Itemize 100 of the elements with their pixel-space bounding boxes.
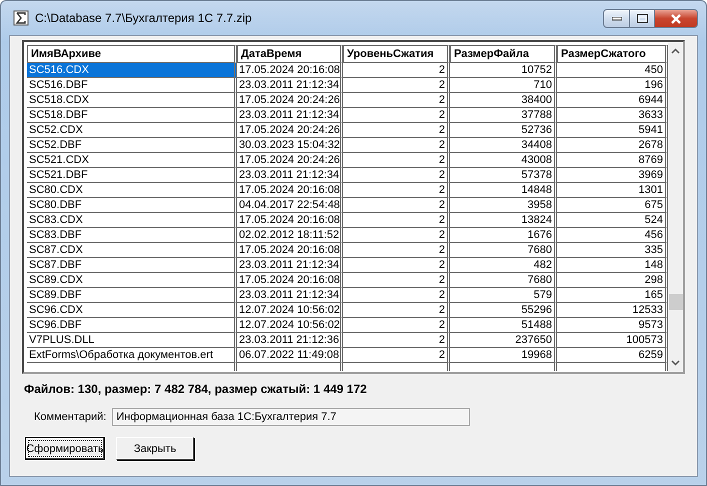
table-cell: 196 (557, 78, 668, 93)
table-cell: SC89.CDX (27, 273, 237, 288)
table-cell: 23.03.2011 21:12:34 (237, 288, 343, 303)
maximize-icon (636, 14, 648, 23)
table-cell: 30.03.2023 15:04:32 (237, 138, 343, 153)
scroll-up-icon[interactable] (671, 48, 680, 54)
table-cell: 3958 (450, 198, 557, 213)
table-cell: SC87.CDX (27, 243, 237, 258)
table-cell: 06.07.2022 11:49:08 (237, 348, 343, 363)
table-cell: 100573 (557, 333, 668, 348)
table-cell: 2 (343, 198, 450, 213)
table-cell: 2 (343, 348, 450, 363)
table-cell: SC52.CDX (27, 123, 237, 138)
table-cell: 1676 (450, 228, 557, 243)
table-cell: 34408 (450, 138, 557, 153)
scroll-down-icon[interactable] (671, 360, 680, 366)
sigma-icon (13, 10, 29, 26)
table-cell: 2 (343, 153, 450, 168)
table-cell: SC516.DBF (27, 78, 237, 93)
table-cell: 17.05.2024 20:16:08 (237, 273, 343, 288)
table-cell: 17.05.2024 20:24:26 (237, 123, 343, 138)
table-cell: 12.07.2024 10:56:02 (237, 318, 343, 333)
table-cell: 2 (343, 288, 450, 303)
table-cell: 52736 (450, 123, 557, 138)
table-cell: 04.04.2017 22:54:48 (237, 198, 343, 213)
table-cell: 12533 (557, 303, 668, 318)
table-cell: 37788 (450, 108, 557, 123)
table-cell: 2678 (557, 138, 668, 153)
comment-field[interactable]: Информационная база 1С:Бухгалтерия 7.7 (112, 408, 470, 426)
close-dialog-button[interactable]: Закрыть (116, 437, 194, 460)
table-cell: 710 (450, 78, 557, 93)
table-cell: 2 (343, 78, 450, 93)
scroll-thumb[interactable] (669, 294, 683, 310)
table-cell: 148 (557, 258, 668, 273)
table-cell: 3633 (557, 108, 668, 123)
table-cell: 482 (450, 258, 557, 273)
table-cell: 2 (343, 123, 450, 138)
table-cell: 23.03.2011 21:12:34 (237, 78, 343, 93)
table-cell: ExtForms\Обработка документов.ert (27, 348, 237, 363)
column-header[interactable]: ИмяВАрхиве (27, 45, 237, 63)
table-cell: 2 (343, 228, 450, 243)
table-cell: 57378 (450, 168, 557, 183)
table-cell: 51488 (450, 318, 557, 333)
table-cell: 579 (450, 288, 557, 303)
window-title: C:\Database 7.7\Бухгалтерия 1С 7.7.zip (35, 11, 253, 25)
table-cell: 2 (343, 183, 450, 198)
maximize-button[interactable] (629, 9, 655, 28)
table-cell: 10752 (450, 63, 557, 78)
table-cell: 02.02.2012 18:11:52 (237, 228, 343, 243)
table-cell: 17.05.2024 20:16:08 (237, 213, 343, 228)
column-header[interactable]: РазмерСжатого (557, 45, 668, 63)
table-cell: 2 (343, 108, 450, 123)
table-cell: 5941 (557, 123, 668, 138)
table-cell: 450 (557, 63, 668, 78)
table-cell: 2 (343, 168, 450, 183)
minimize-icon (612, 16, 622, 20)
table-cell: 675 (557, 198, 668, 213)
table-cell: 43008 (450, 153, 557, 168)
table-cell: 55296 (450, 303, 557, 318)
table-cell: 23.03.2011 21:12:36 (237, 333, 343, 348)
table-cell: SC518.DBF (27, 108, 237, 123)
column-header[interactable]: РазмерФайла (450, 45, 557, 63)
scrollbar[interactable] (668, 42, 683, 372)
column-header[interactable]: УровеньСжатия (343, 45, 450, 63)
table-cell: SC521.CDX (27, 153, 237, 168)
table-cell: 1301 (557, 183, 668, 198)
table-cell: SC96.DBF (27, 318, 237, 333)
table-cell: SC96.CDX (27, 303, 237, 318)
summary-text: Файлов: 130, размер: 7 482 784, размер сжатый: 1 449 172 (24, 382, 368, 396)
close-button[interactable] (654, 9, 698, 28)
table-cell: 12.07.2024 10:56:02 (237, 303, 343, 318)
table-cell: 38400 (450, 93, 557, 108)
table-cell: 7680 (450, 243, 557, 258)
close-icon (670, 14, 682, 24)
table-cell: 17.05.2024 20:16:08 (237, 183, 343, 198)
table-cell: 2 (343, 93, 450, 108)
table-cell: 17.05.2024 20:16:08 (237, 243, 343, 258)
table-cell: SC89.DBF (27, 288, 237, 303)
table-cell: 6259 (557, 348, 668, 363)
table-cell: 2 (343, 213, 450, 228)
table-cell: 7680 (450, 273, 557, 288)
table-cell: 2 (343, 63, 450, 78)
table-cell: 23.03.2011 21:12:34 (237, 168, 343, 183)
table-cell: 2 (343, 243, 450, 258)
table-cell: 2 (343, 333, 450, 348)
table-cell: 17.05.2024 20:24:26 (237, 93, 343, 108)
table-cell: SC80.CDX (27, 183, 237, 198)
table-cell: 8769 (557, 153, 668, 168)
minimize-button[interactable] (603, 9, 630, 28)
table-cell: SC518.CDX (27, 93, 237, 108)
table-cell: 2 (343, 318, 450, 333)
table-cell: 2 (343, 303, 450, 318)
table-cell: 2 (343, 273, 450, 288)
table-cell: 165 (557, 288, 668, 303)
column-header[interactable]: ДатаВремя (237, 45, 343, 63)
comment-label: Комментарий: (34, 411, 106, 423)
table-cell: 23.03.2011 21:12:34 (237, 108, 343, 123)
table-cell: SC83.DBF (27, 228, 237, 243)
table-cell: 14848 (450, 183, 557, 198)
table-cell: 9573 (557, 318, 668, 333)
